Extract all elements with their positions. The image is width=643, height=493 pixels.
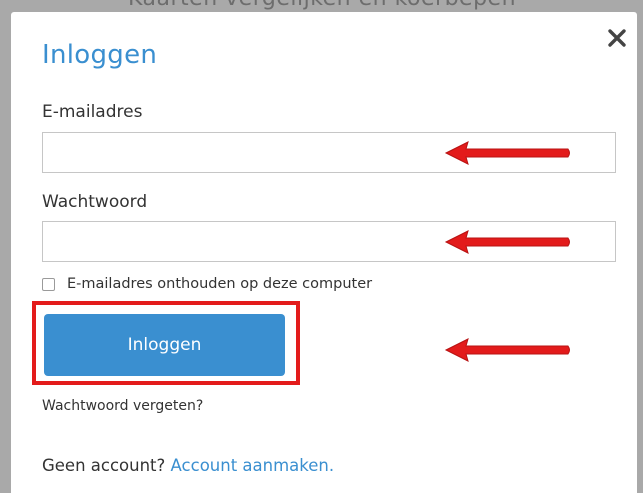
close-button[interactable] (603, 24, 631, 52)
red-arrow-icon (444, 230, 570, 254)
password-label: Wachtwoord (42, 192, 148, 212)
remember-row: E-mailadres onthouden op deze computer (42, 274, 372, 294)
forgot-password-link[interactable]: Wachtwoord vergeten? (42, 398, 203, 414)
login-button[interactable]: Inloggen (44, 314, 285, 376)
backdrop-page-title: Kaarten vergelijken en koerbepen (128, 0, 516, 11)
red-arrow-icon (444, 141, 570, 165)
remember-label: E-mailadres onthouden op deze computer (67, 276, 373, 292)
red-arrow-icon (444, 338, 570, 362)
modal-title: Inloggen (42, 40, 158, 70)
close-icon (608, 29, 626, 47)
create-account-link[interactable]: Account aanmaken. (171, 456, 335, 475)
email-label: E-mailadres (42, 102, 143, 122)
footer-row: Geen account? Account aanmaken. (42, 456, 334, 475)
remember-checkbox[interactable] (42, 277, 55, 291)
no-account-text: Geen account? (42, 456, 166, 475)
